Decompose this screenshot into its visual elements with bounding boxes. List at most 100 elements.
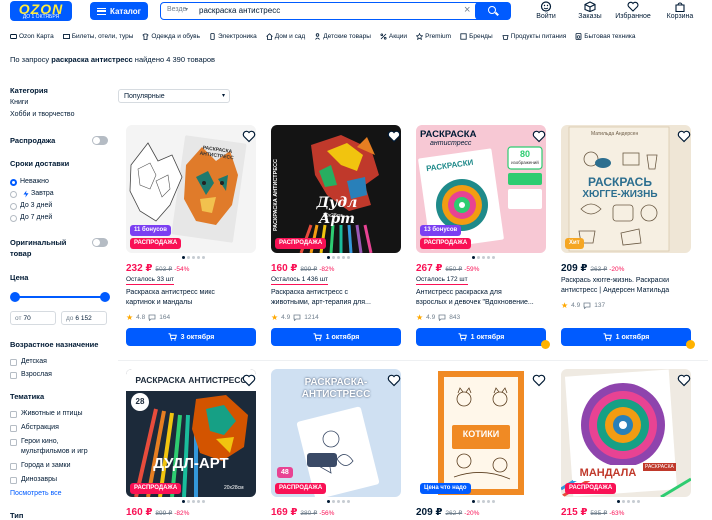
product-image[interactable]: РАСКРАСКА антистресс РАСКРАСКИ 80 изобра… [416, 125, 546, 253]
chevron-down-icon: ▾ [185, 7, 189, 13]
product-title[interactable]: Антистресс раскраска для взрослых и девоч… [416, 288, 546, 308]
nav-kids[interactable]: Детские товары [314, 33, 371, 40]
sale-toggle[interactable] [92, 136, 108, 145]
image-pager[interactable] [327, 500, 350, 503]
old-price: 585 ₽ [590, 510, 608, 517]
category-item-books[interactable]: Книги [10, 99, 28, 106]
nav-sales[interactable]: Акции [380, 33, 407, 40]
nav-label: Детские товары [323, 32, 371, 40]
product-image[interactable]: РАСКРАСКА АНТИСТРЕСС 11 бонусов РАСПРОДА… [126, 125, 256, 253]
show-all-themes-link[interactable]: Посмотреть все [10, 490, 62, 497]
product-image[interactable]: КОТИКИ Цена что надо [416, 369, 546, 497]
product-image[interactable]: РАСКРАСКА- АНТИСТРЕСС 48 РАСПРОДАЖА [271, 369, 401, 497]
close-icon[interactable]: × [464, 4, 470, 16]
product-title[interactable]: Раскраска антистресс с животными, арт-тер… [271, 288, 401, 308]
delivery-radio-any[interactable] [10, 179, 17, 186]
add-to-cart-button[interactable]: 1 октября [561, 328, 691, 346]
image-pager[interactable] [182, 256, 205, 259]
old-price: 263 ₽ [590, 266, 608, 273]
search-input[interactable]: раскраска антистресс [199, 6, 280, 15]
price-slider-min-handle[interactable] [10, 292, 20, 302]
cart-icon [458, 333, 467, 341]
heart-icon[interactable] [532, 373, 546, 387]
theme-checkbox-dinosaurs[interactable] [10, 477, 17, 484]
percent-icon [380, 32, 387, 39]
search-scope-select[interactable]: Везде [167, 6, 186, 13]
header-favorites[interactable]: Избранное [608, 1, 658, 20]
nav-food[interactable]: Продукты питания [502, 32, 567, 40]
nav-brands[interactable]: Бренды [460, 33, 493, 40]
price-slider-track[interactable] [14, 296, 106, 298]
heart-icon[interactable] [387, 373, 401, 387]
cover-author: Матильда Андерсен [591, 131, 639, 137]
theme-label-abstract[interactable]: Абстракция [21, 424, 59, 431]
heart-icon[interactable] [242, 129, 256, 143]
delivery-label-tomorrow[interactable]: Завтра [31, 190, 54, 197]
product-title-line2: животными, арт-терапия для... [271, 299, 371, 306]
header-login[interactable]: Войти [521, 1, 571, 20]
product-image[interactable]: МАНДАЛА РАСКРАСКА РАСПРОДАЖА [561, 369, 691, 497]
sort-select[interactable]: Популярные ▾ [118, 89, 230, 103]
add-to-cart-button[interactable]: 1 октября [271, 328, 401, 346]
original-toggle[interactable] [92, 238, 108, 247]
theme-label-cities[interactable]: Города и замки [21, 462, 71, 469]
product-title[interactable]: Раскрась хюгге-жизнь. Раскраски антистрес… [561, 276, 691, 296]
nav-home[interactable]: Дом и сад [265, 32, 306, 40]
product-image[interactable]: РАСКРАСКА АНТИСТРЕСС Дудл Арт 20х28см РА… [271, 125, 401, 253]
theme-checkbox-heroes[interactable] [10, 439, 17, 446]
theme-label-dinosaurs[interactable]: Динозавры [21, 476, 57, 483]
product-title[interactable]: Раскраска антистресс микс картинок и манд… [126, 288, 256, 308]
catalog-button[interactable]: Каталог [90, 2, 148, 20]
price-from-input[interactable]: от 70 [10, 311, 56, 325]
product-illustration [299, 135, 379, 253]
age-label-adult[interactable]: Взрослая [21, 371, 52, 378]
search-bar[interactable]: Везде ▾ раскраска антистресс × [160, 1, 511, 20]
image-pager[interactable] [472, 256, 495, 259]
theme-label-heroes[interactable]: Герои кино, [21, 438, 59, 445]
cover-tag: РАСКРАСКА [643, 463, 676, 471]
nav-electronics[interactable]: Электроника [209, 33, 257, 40]
category-item-hobby[interactable]: Хобби и творчество [10, 111, 74, 118]
age-checkbox-adult[interactable] [10, 372, 17, 379]
delivery-radio-tomorrow[interactable] [10, 191, 17, 198]
age-checkbox-kids[interactable] [10, 359, 17, 366]
image-pager[interactable] [617, 500, 640, 503]
delivery-label-7days[interactable]: До 7 дней [20, 214, 52, 221]
nav-ozon-card[interactable]: Ozon Карта [10, 33, 54, 40]
header-cart[interactable]: Корзина [655, 1, 705, 20]
delivery-label-3days[interactable]: До 3 дней [20, 202, 52, 209]
image-pager[interactable] [182, 500, 205, 503]
image-pager[interactable] [472, 500, 495, 503]
theme-checkbox-cities[interactable] [10, 463, 17, 470]
nav-premium[interactable]: Premium [416, 32, 451, 40]
heart-icon[interactable] [532, 129, 546, 143]
heart-icon[interactable] [677, 373, 691, 387]
theme-checkbox-animals[interactable] [10, 411, 17, 418]
nav-tickets[interactable]: Билеты, отели, туры [62, 33, 133, 40]
delivery-label-any[interactable]: Неважно [20, 178, 49, 185]
ozon-logo[interactable]: OZON ДО 1 ОКТЯБРЯ [10, 1, 72, 21]
search-button[interactable] [474, 1, 511, 20]
age-label-kids[interactable]: Детская [21, 358, 47, 365]
nav-label: Дом и сад [274, 32, 306, 40]
cover-subtitle: АНТИСТРЕСС [301, 389, 371, 400]
theme-checkbox-abstract[interactable] [10, 425, 17, 432]
price-slider-max-handle[interactable] [100, 292, 110, 302]
add-to-cart-button[interactable]: 1 октября [416, 328, 546, 346]
heart-icon[interactable] [387, 129, 401, 143]
nav-clothes[interactable]: Одежда и обувь [142, 33, 200, 40]
heart-icon[interactable] [677, 129, 691, 143]
add-to-cart-button[interactable]: 3 октября [126, 328, 256, 346]
nav-label: Продукты питания [510, 32, 567, 40]
price-to-input[interactable]: до 6 152 [61, 311, 107, 325]
product-image[interactable]: Матильда Андерсен РАСКРАСЬ ХЮГГЕ-ЖИЗНЬ Х… [561, 125, 691, 253]
theme-label-animals[interactable]: Животные и птицы [21, 410, 83, 417]
product-image[interactable]: РАСКРАСКА АНТИСТРЕСС 28 ДУДЛ-АРТ 20х28см… [126, 369, 256, 497]
theme-label-heroes-2[interactable]: мультфильмов и игр [21, 448, 88, 455]
delivery-radio-7days[interactable] [10, 215, 17, 222]
nav-appliances[interactable]: Бытовая техника [575, 33, 635, 40]
heart-icon[interactable] [242, 373, 256, 387]
delivery-radio-3days[interactable] [10, 203, 17, 210]
image-pager[interactable] [327, 256, 350, 259]
rating-value: 4.9 [281, 314, 291, 321]
